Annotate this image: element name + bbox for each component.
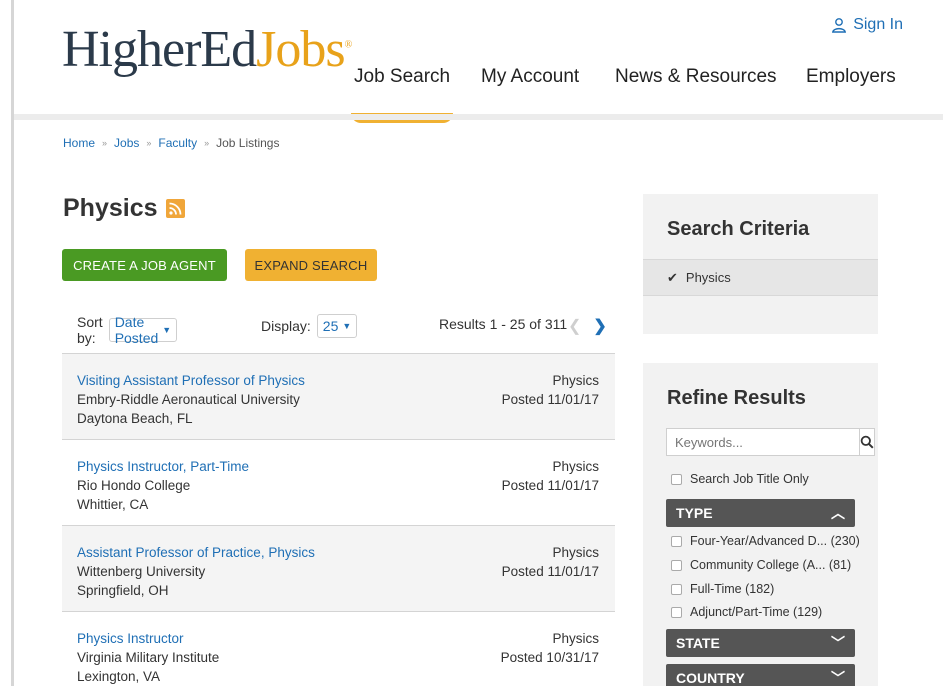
sign-in-link[interactable]: Sign In: [831, 16, 903, 34]
job-listing[interactable]: Physics Instructor Virginia Military Ins…: [62, 612, 615, 686]
state-facet-label: STATE: [676, 635, 720, 651]
job-category: Physics: [552, 631, 599, 646]
job-category: Physics: [552, 373, 599, 388]
page-title: Physics: [63, 194, 158, 222]
sort-by-group: Sort by: Date Posted ▼: [77, 314, 178, 346]
job-listing[interactable]: Physics Instructor, Part-Time Rio Hondo …: [62, 440, 615, 526]
expand-search-button[interactable]: EXPAND SEARCH: [245, 249, 377, 281]
job-location: Daytona Beach, FL: [77, 411, 193, 426]
criteria-item-label: Physics: [685, 270, 731, 285]
breadcrumb-jobs[interactable]: Jobs: [114, 136, 139, 150]
type-option[interactable]: Community College (A... (81): [671, 558, 851, 572]
job-location: Whittier, CA: [77, 497, 149, 512]
refine-results-title: Refine Results: [667, 387, 806, 409]
nav-employers[interactable]: Employers: [806, 66, 896, 88]
job-location: Springfield, OH: [77, 583, 169, 598]
job-location: Lexington, VA: [77, 669, 161, 684]
breadcrumb-separator-icon: »: [102, 138, 108, 148]
type-option[interactable]: Adjunct/Part-Time (129): [671, 605, 822, 619]
logo-mark: ®: [344, 39, 353, 51]
job-title-only-checkbox[interactable]: Search Job Title Only: [671, 472, 809, 486]
page-title-row: Physics: [63, 194, 185, 223]
display-group: Display: 25 ▼: [261, 314, 358, 338]
create-job-agent-button[interactable]: CREATE A JOB AGENT: [62, 249, 227, 281]
checkbox[interactable]: [671, 535, 682, 547]
chevron-down-icon: ﹀: [831, 670, 845, 686]
job-title-only-label: Search Job Title Only: [690, 472, 809, 486]
job-category: Physics: [552, 545, 599, 560]
type-option-label: Community College (A... (81): [690, 558, 852, 572]
search-icon: [860, 435, 874, 449]
job-listing[interactable]: Visiting Assistant Professor of Physics …: [62, 354, 615, 440]
state-facet-header[interactable]: STATE ﹀: [666, 629, 855, 657]
caret-down-icon: ▼: [342, 321, 352, 331]
job-posted-date: Posted 10/31/17: [500, 650, 599, 665]
display-label: Display:: [261, 318, 311, 334]
pagination: ❮ ❯: [568, 316, 607, 336]
breadcrumb-separator-icon: »: [146, 138, 152, 148]
user-icon: [832, 18, 847, 33]
job-meta: Physics Posted 11/01/17: [502, 457, 599, 495]
search-criteria-title: Search Criteria: [667, 218, 810, 240]
type-facet-header[interactable]: TYPE ︿: [666, 499, 855, 527]
breadcrumb-separator-icon: »: [204, 138, 210, 148]
display-select[interactable]: 25 ▼: [316, 314, 358, 338]
left-border: [11, 0, 14, 686]
job-listing[interactable]: Assistant Professor of Practice, Physics…: [62, 526, 615, 612]
sort-by-value: Date Posted: [114, 314, 159, 346]
breadcrumb-faculty[interactable]: Faculty: [158, 136, 197, 150]
criteria-item[interactable]: ✔ Physics: [643, 259, 878, 296]
job-list: Visiting Assistant Professor of Physics …: [62, 353, 615, 686]
chevron-up-icon: ︿: [831, 505, 845, 521]
results-count: Results 1 - 25 of 311: [439, 316, 568, 332]
logo-part2: Jobs: [256, 21, 345, 78]
chevron-down-icon: ﹀: [831, 635, 845, 651]
previous-page-icon[interactable]: ❮: [568, 316, 581, 336]
next-page-icon[interactable]: ❯: [593, 316, 606, 336]
sort-by-label: Sort by:: [77, 314, 103, 346]
type-option-label: Full-Time (182): [690, 582, 775, 596]
job-meta: Physics Posted 11/01/17: [502, 371, 599, 409]
checkbox[interactable]: [671, 473, 682, 485]
type-option[interactable]: Four-Year/Advanced D... (230): [671, 534, 860, 548]
sort-by-select[interactable]: Date Posted ▼: [108, 314, 178, 346]
job-posted-date: Posted 11/01/17: [501, 478, 599, 493]
type-option-label: Adjunct/Part-Time (129): [690, 605, 823, 619]
job-meta: Physics Posted 11/01/17: [502, 543, 599, 581]
nav-job-search[interactable]: Job Search: [350, 66, 454, 123]
higheredjobs-logo[interactable]: HigherEdJobs®: [62, 21, 353, 78]
breadcrumb-current: Job Listings: [216, 136, 280, 150]
job-posted-date: Posted 11/01/17: [501, 564, 599, 579]
breadcrumb-home[interactable]: Home: [63, 136, 95, 150]
breadcrumb: Home » Jobs » Faculty » Job Listings: [63, 136, 279, 150]
checkmark-icon: ✔: [667, 269, 678, 285]
type-facet-label: TYPE: [676, 505, 713, 521]
type-option[interactable]: Full-Time (182): [671, 582, 774, 596]
checkbox[interactable]: [671, 583, 682, 595]
nav-my-account[interactable]: My Account: [481, 66, 579, 88]
rss-feed-icon[interactable]: [165, 199, 185, 218]
nav-news-resources[interactable]: News & Resources: [615, 66, 777, 88]
keyword-search-button[interactable]: [860, 428, 875, 456]
search-criteria-panel: Search Criteria ✔ Physics: [643, 194, 878, 334]
sign-in-label: Sign In: [853, 16, 903, 33]
header-divider: [14, 114, 943, 120]
keyword-search: [666, 428, 875, 456]
job-meta: Physics Posted 10/31/17: [501, 629, 599, 667]
country-facet-header[interactable]: COUNTRY ﹀: [666, 664, 855, 686]
country-facet-label: COUNTRY: [676, 670, 745, 686]
refine-results-panel: Refine Results Search Job Title Only TYP…: [643, 363, 878, 686]
logo-part1: HigherEd: [62, 21, 257, 78]
checkbox[interactable]: [671, 559, 682, 571]
checkbox[interactable]: [671, 606, 682, 618]
job-category: Physics: [552, 459, 599, 474]
type-option-label: Four-Year/Advanced D... (230): [690, 534, 860, 548]
keywords-input[interactable]: [666, 428, 860, 456]
job-posted-date: Posted 11/01/17: [501, 392, 599, 407]
caret-down-icon: ▼: [162, 325, 172, 335]
display-value: 25: [322, 318, 339, 334]
